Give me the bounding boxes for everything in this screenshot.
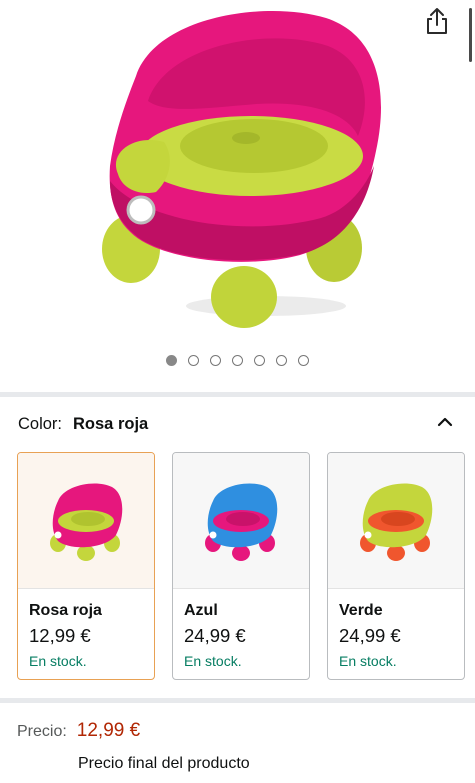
carousel-dot-3[interactable] bbox=[210, 355, 221, 366]
product-image-gallery[interactable] bbox=[0, 0, 475, 392]
variant-name: Rosa roja bbox=[29, 602, 102, 619]
variant-name: Verde bbox=[339, 602, 383, 619]
price-value: 12,99 € bbox=[76, 720, 141, 741]
price-block: Precio: 12,99 € bbox=[17, 720, 140, 742]
color-options: Rosa roja 12,99 € En stock. Azul 24,99 €… bbox=[17, 452, 465, 680]
carousel-dot-6[interactable] bbox=[276, 355, 287, 366]
potty-chair-pink-image bbox=[50, 482, 123, 561]
color-label: Color: bbox=[18, 414, 63, 433]
carousel-dot-5[interactable] bbox=[254, 355, 265, 366]
potty-chair-green-image bbox=[360, 482, 433, 561]
variant-stock-status: En stock. bbox=[184, 653, 242, 669]
carousel-dot-4[interactable] bbox=[232, 355, 243, 366]
variant-stock-status: En stock. bbox=[29, 653, 87, 669]
carousel-dot-2[interactable] bbox=[188, 355, 199, 366]
variant-price: 24,99 € bbox=[339, 625, 401, 646]
variant-image bbox=[328, 453, 464, 589]
color-option-azul[interactable]: Azul 24,99 € En stock. bbox=[172, 452, 310, 680]
selected-color-value: Rosa roja bbox=[73, 414, 149, 433]
variant-price: 24,99 € bbox=[184, 625, 246, 646]
chevron-up-icon[interactable] bbox=[435, 412, 455, 432]
share-icon[interactable] bbox=[424, 6, 450, 36]
variant-image bbox=[18, 453, 154, 589]
carousel-dot-1[interactable] bbox=[166, 355, 177, 366]
variant-image bbox=[173, 453, 309, 589]
potty-chair-blue-image bbox=[205, 482, 278, 561]
color-selector-header[interactable]: Color: Rosa roja bbox=[18, 412, 457, 436]
carousel-indicator bbox=[0, 355, 475, 366]
variant-stock-status: En stock. bbox=[339, 653, 397, 669]
variant-price: 12,99 € bbox=[29, 625, 91, 646]
variant-name: Azul bbox=[184, 602, 218, 619]
price-note: Precio final del producto bbox=[78, 755, 250, 772]
potty-chair-image[interactable] bbox=[96, 6, 386, 332]
section-divider bbox=[0, 392, 475, 397]
price-label: Precio: bbox=[17, 723, 67, 740]
color-option-rosa-roja[interactable]: Rosa roja 12,99 € En stock. bbox=[17, 452, 155, 680]
scrollbar[interactable] bbox=[469, 8, 472, 62]
carousel-dot-7[interactable] bbox=[298, 355, 309, 366]
section-divider bbox=[0, 698, 475, 703]
color-option-verde[interactable]: Verde 24,99 € En stock. bbox=[327, 452, 465, 680]
